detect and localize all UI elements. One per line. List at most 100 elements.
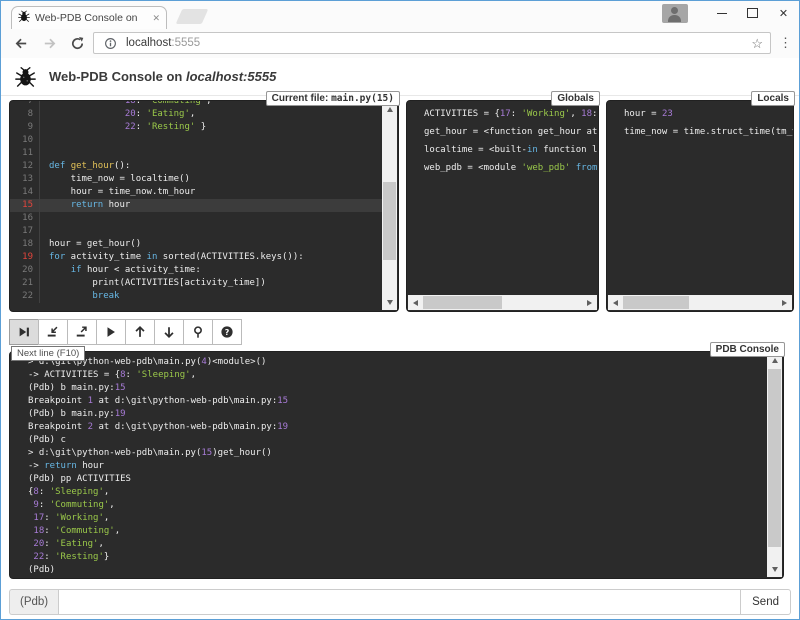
browser-tab[interactable]: Web-PDB Console on loc ✕ bbox=[11, 6, 167, 29]
pdb-console-panel: PDB Console > d:\git\python-web-pdb\main… bbox=[9, 351, 784, 579]
code-line: 17 bbox=[10, 225, 382, 238]
bookmark-star-icon[interactable]: ☆ bbox=[751, 37, 763, 50]
code-line: 16 bbox=[10, 212, 382, 225]
tab-title: Web-PDB Console on loc bbox=[35, 12, 139, 24]
step-into-button[interactable] bbox=[38, 319, 68, 345]
code-line: 9 22: 'Resting' } bbox=[10, 121, 382, 134]
code-line: 11 bbox=[10, 147, 382, 160]
profile-icon[interactable] bbox=[662, 4, 688, 23]
url-field[interactable]: localhost:5555 ☆ bbox=[93, 32, 771, 54]
command-input-group: (Pdb) Send bbox=[9, 589, 791, 615]
browser-window: Web-PDB Console on loc ✕ ✕ localhost:555… bbox=[0, 0, 800, 620]
scroll-thumb[interactable] bbox=[383, 182, 396, 260]
code-line: time_now = time.struct_time(tm_yea bbox=[615, 123, 785, 141]
scroll-down-icon[interactable] bbox=[767, 562, 782, 577]
menu-dots-icon[interactable]: ⋮ bbox=[779, 35, 792, 51]
breakpoint-line-number[interactable]: 15 bbox=[10, 199, 40, 212]
line-number[interactable]: 22 bbox=[10, 290, 40, 303]
minimize-icon[interactable] bbox=[706, 1, 737, 25]
bug-favicon-icon bbox=[18, 9, 30, 27]
app-header: Web-PDB Console on localhost:5555 bbox=[1, 58, 799, 96]
line-number[interactable]: 21 bbox=[10, 277, 40, 290]
command-input[interactable] bbox=[58, 589, 741, 615]
scroll-left-icon[interactable] bbox=[608, 295, 623, 310]
info-icon[interactable] bbox=[100, 33, 120, 53]
continue-button[interactable] bbox=[96, 319, 126, 345]
next-line-button[interactable] bbox=[9, 319, 39, 345]
step-out-button[interactable] bbox=[67, 319, 97, 345]
code-line: 17: 'Working', bbox=[19, 512, 758, 525]
send-button[interactable]: Send bbox=[741, 589, 791, 615]
code-line: localtime = <built-in function loc bbox=[415, 141, 590, 159]
code-line: -> return hour bbox=[19, 460, 758, 473]
code-line: 22: 'Resting'} bbox=[19, 551, 758, 564]
code-editor[interactable]: 7 18: 'Commuting',8 20: 'Eating',9 22: '… bbox=[10, 100, 382, 303]
code-line: (Pdb) c bbox=[19, 434, 758, 447]
close-icon[interactable]: ✕ bbox=[768, 1, 799, 25]
locals-panel: Locals hour = 23time_now = time.struct_t… bbox=[606, 100, 794, 312]
tab-close-icon[interactable]: ✕ bbox=[152, 14, 160, 23]
editor-scrollbar[interactable] bbox=[382, 102, 397, 310]
stack-up-button[interactable] bbox=[125, 319, 155, 345]
locals-scrollbar[interactable] bbox=[608, 295, 792, 310]
line-number[interactable]: 9 bbox=[10, 121, 40, 134]
pdb-console-label: PDB Console bbox=[710, 342, 785, 357]
code-line: 21 print(ACTIVITIES[activity_time]) bbox=[10, 277, 382, 290]
code-line: 22 break bbox=[10, 290, 382, 303]
line-number[interactable]: 7 bbox=[10, 100, 40, 108]
scroll-thumb[interactable] bbox=[623, 296, 689, 309]
refresh-icon[interactable] bbox=[67, 33, 87, 53]
code-line: web_pdb = <module 'web_pdb' from ' bbox=[415, 159, 590, 177]
scroll-right-icon[interactable] bbox=[582, 295, 597, 310]
line-number[interactable]: 18 bbox=[10, 238, 40, 251]
bug-logo-icon bbox=[15, 66, 36, 87]
code-line: 10 bbox=[10, 134, 382, 147]
help-button[interactable]: ? bbox=[212, 319, 242, 345]
scroll-right-icon[interactable] bbox=[777, 295, 792, 310]
line-number[interactable]: 12 bbox=[10, 160, 40, 173]
line-number[interactable]: 16 bbox=[10, 212, 40, 225]
scroll-thumb[interactable] bbox=[423, 296, 502, 309]
address-bar: localhost:5555 ☆ ⋮ bbox=[1, 29, 799, 59]
back-arrow-icon[interactable] bbox=[11, 33, 31, 53]
line-number[interactable]: 20 bbox=[10, 264, 40, 277]
code-line: (Pdb) b main.py:19 bbox=[19, 408, 758, 421]
line-number[interactable]: 14 bbox=[10, 186, 40, 199]
globals-panel: Globals ACTIVITIES = {17: 'Working', 18:… bbox=[406, 100, 599, 312]
code-line: > d:\git\python-web-pdb\main.py(4)<modul… bbox=[19, 356, 758, 369]
code-line: 20: 'Eating', bbox=[19, 538, 758, 551]
code-line: get_hour = <function get_hour at 0 bbox=[415, 123, 590, 141]
code-line: 18: 'Commuting', bbox=[19, 525, 758, 538]
line-number[interactable]: 8 bbox=[10, 108, 40, 121]
debug-toolbar: ? bbox=[9, 319, 242, 345]
line-number[interactable]: 17 bbox=[10, 225, 40, 238]
globals-scrollbar[interactable] bbox=[408, 295, 597, 310]
line-number[interactable]: 13 bbox=[10, 173, 40, 186]
current-file-label: Current file: main.py(15) bbox=[266, 91, 400, 106]
where-button[interactable] bbox=[183, 319, 213, 345]
code-line: (Pdb) pp ACTIVITIES bbox=[19, 473, 758, 486]
console-scrollbar[interactable] bbox=[767, 353, 782, 577]
tooltip: Next line (F10) bbox=[11, 346, 85, 361]
line-number[interactable]: 11 bbox=[10, 147, 40, 160]
breakpoint-line-number[interactable]: 19 bbox=[10, 251, 40, 264]
locals-content: hour = 23time_now = time.struct_time(tm_… bbox=[607, 101, 793, 145]
code-line: Breakpoint 2 at d:\git\python-web-pdb\ma… bbox=[19, 421, 758, 434]
code-line: > d:\git\python-web-pdb\main.py(15)get_h… bbox=[19, 447, 758, 460]
console-output: > d:\git\python-web-pdb\main.py(4)<modul… bbox=[10, 352, 767, 579]
stack-down-button[interactable] bbox=[154, 319, 184, 345]
scroll-thumb[interactable] bbox=[768, 369, 781, 547]
globals-label: Globals bbox=[551, 91, 600, 106]
code-line: hour = 23 bbox=[615, 105, 785, 123]
scroll-left-icon[interactable] bbox=[408, 295, 423, 310]
forward-arrow-icon[interactable] bbox=[39, 33, 59, 53]
line-number[interactable]: 10 bbox=[10, 134, 40, 147]
scroll-down-icon[interactable] bbox=[382, 295, 397, 310]
new-tab-button[interactable] bbox=[176, 9, 209, 24]
code-line: 18hour = get_hour() bbox=[10, 238, 382, 251]
maximize-icon[interactable] bbox=[737, 1, 768, 25]
code-line: 19for activity_time in sorted(ACTIVITIES… bbox=[10, 251, 382, 264]
code-line: (Pdb) b main.py:15 bbox=[19, 382, 758, 395]
code-line: 12def get_hour(): bbox=[10, 160, 382, 173]
code-line: 14 hour = time_now.tm_hour bbox=[10, 186, 382, 199]
